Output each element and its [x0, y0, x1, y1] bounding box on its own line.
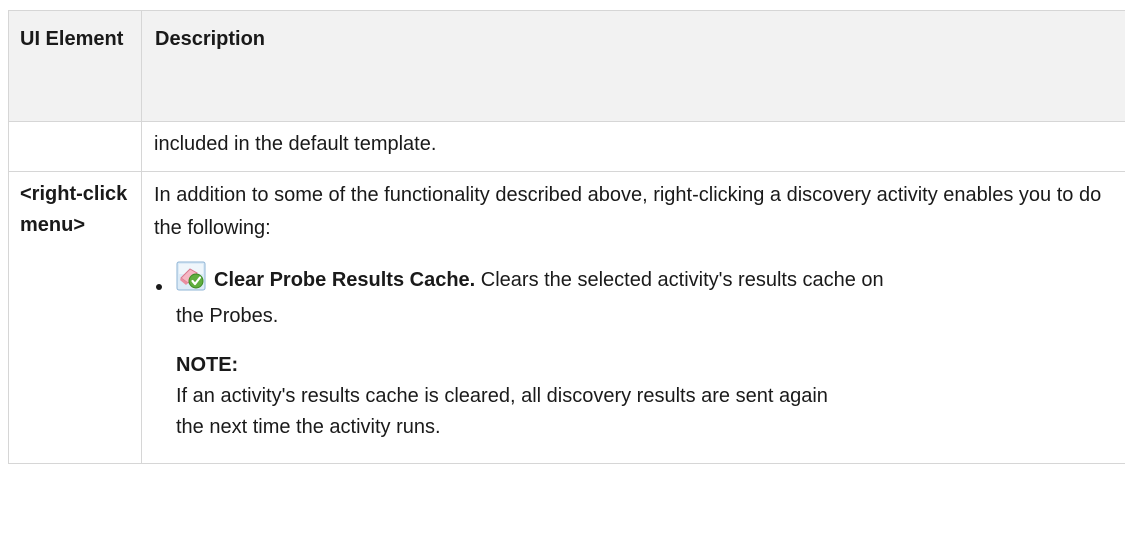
table-header-row: UI Element Description [8, 10, 1125, 122]
note-line: If an activity's results cache is cleare… [176, 385, 828, 407]
header-ui-element: UI Element [8, 10, 142, 122]
row-element-cell [8, 121, 142, 172]
table-row: included in the default template. [8, 121, 1125, 172]
header-description: Description [141, 10, 1125, 122]
row-description-cell: included in the default template. [141, 121, 1125, 172]
bullet-icon [156, 284, 162, 290]
note-line: the next time the activity runs. [176, 416, 441, 438]
menu-command-term: Clear Probe Results Cache. [214, 269, 476, 291]
row-description-cell: In addition to some of the functionality… [141, 171, 1125, 464]
menu-command-text: Clears the selected activity's results c… [475, 269, 884, 291]
note-body: If an activity's results cache is cleare… [176, 381, 1113, 463]
description-intro: In addition to some of the functionality… [154, 184, 1102, 239]
table-row: <right-click menu> In addition to some o… [8, 171, 1125, 464]
note-heading: NOTE: [176, 354, 239, 376]
row-element-cell: <right-click menu> [8, 171, 142, 464]
clear-probe-results-cache-icon [176, 261, 206, 291]
list-item: Clear Probe Results Cache. Clears the se… [154, 261, 1113, 334]
note-block: NOTE: If an activity's results cache is … [154, 350, 1113, 463]
menu-command-text-cont: the Probes. [176, 305, 279, 327]
ui-elements-table: UI Element Description included in the d… [8, 10, 1125, 464]
